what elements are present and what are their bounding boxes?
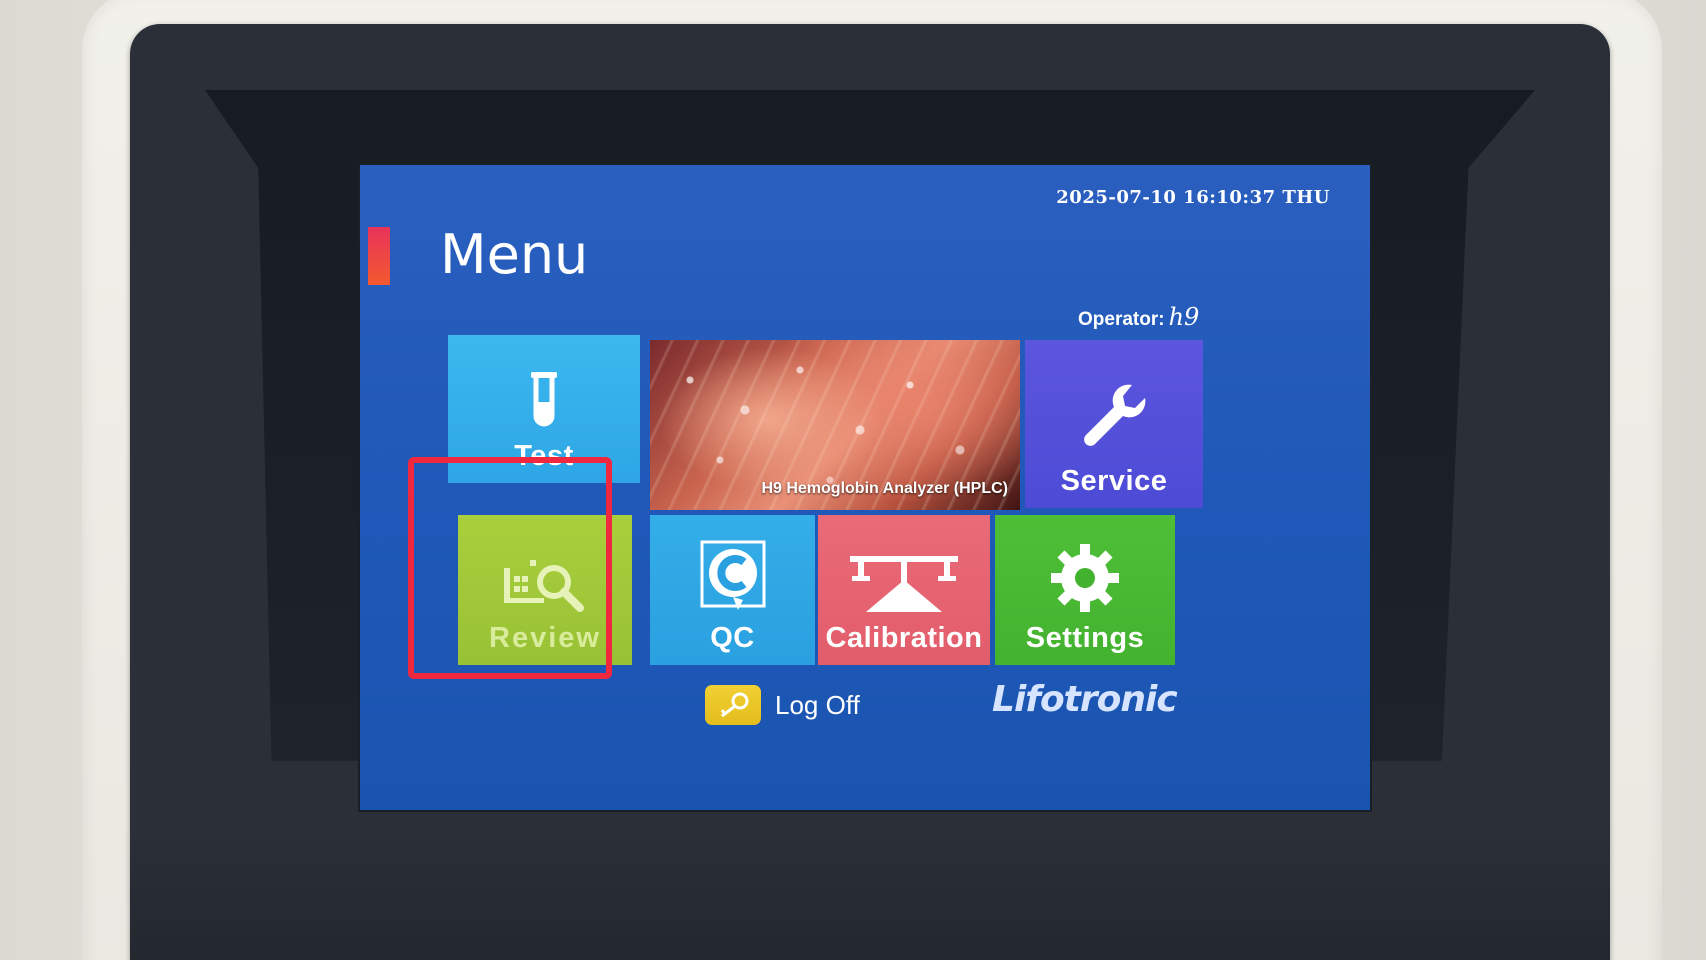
chart-magnifier-icon	[500, 554, 590, 614]
touch-screen: 2025-07-10 16:10:37 THU Menu Operator: h9…	[360, 165, 1370, 810]
qc-tile-label: QC	[710, 622, 755, 654]
review-tile-button[interactable]: Review	[458, 515, 632, 665]
qc-tile-button[interactable]: QC	[650, 515, 815, 665]
test-tube-icon	[527, 370, 561, 432]
logoff-button[interactable]: Log Off	[705, 685, 860, 725]
operator-label: Operator:	[1078, 309, 1165, 330]
service-tile-label: Service	[1060, 465, 1168, 497]
bezel-lower-panel	[130, 840, 1610, 960]
banner-caption: H9 Hemoglobin Analyzer (HPLC)	[761, 480, 1008, 497]
gear-icon	[1049, 542, 1121, 614]
title-accent-bar	[368, 227, 390, 285]
operator-info: Operator: h9	[1078, 303, 1199, 331]
product-banner-image: H9 Hemoglobin Analyzer (HPLC)	[650, 340, 1020, 510]
calibration-tile-button[interactable]: Calibration	[818, 515, 990, 665]
test-tile-button[interactable]: Test	[448, 335, 640, 483]
wrench-icon	[1074, 377, 1154, 457]
logoff-label: Log Off	[775, 689, 860, 720]
calibration-tile-label: Calibration	[825, 622, 983, 654]
key-icon	[705, 685, 761, 725]
qc-badge-icon	[698, 540, 768, 614]
balance-scale-icon	[844, 550, 964, 614]
brand-logo: Lifotronic	[992, 679, 1178, 720]
datetime-display: 2025-07-10 16:10:37 THU	[1056, 187, 1330, 208]
review-tile-label: Review	[489, 622, 601, 654]
page-title: Menu	[440, 223, 589, 286]
photo-scene: 2025-07-10 16:10:37 THU Menu Operator: h9…	[0, 0, 1706, 960]
settings-tile-button[interactable]: Settings	[995, 515, 1175, 665]
test-tile-label: Test	[514, 440, 574, 472]
settings-tile-label: Settings	[1025, 622, 1145, 654]
operator-value: h9	[1168, 303, 1200, 331]
service-tile-button[interactable]: Service	[1025, 340, 1203, 508]
